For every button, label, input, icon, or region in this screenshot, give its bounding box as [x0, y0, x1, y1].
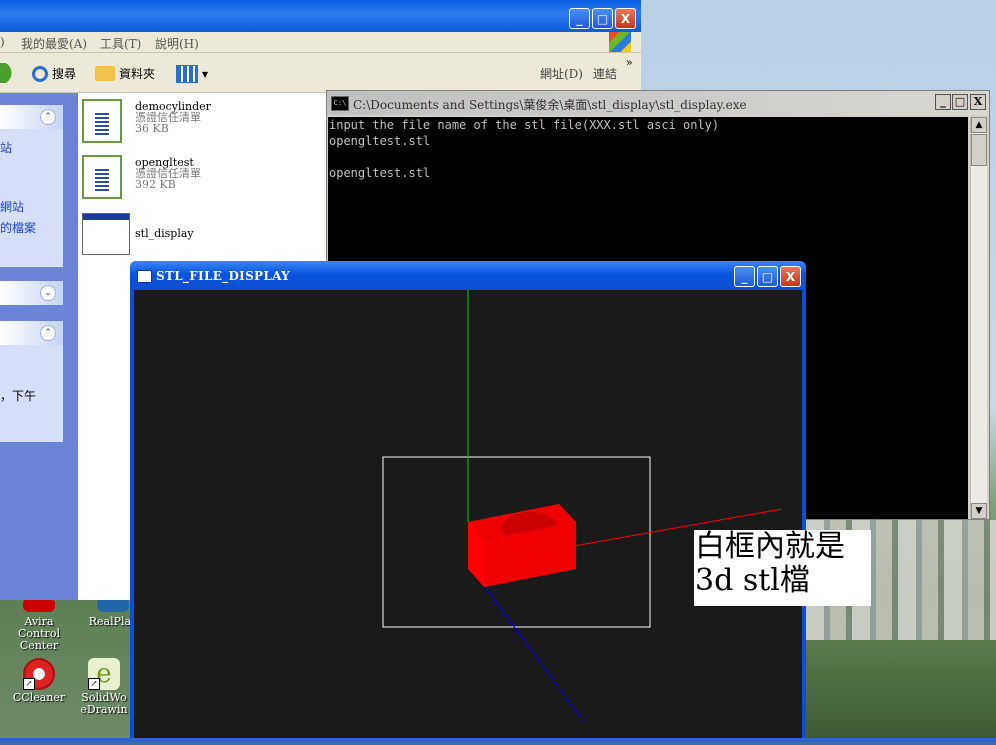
details-text: ，下午	[0, 389, 37, 403]
console-line: input the file name of the stl file(XXX.…	[329, 118, 720, 132]
edrawings-icon: e ↗	[88, 658, 120, 690]
menu-help[interactable]: 說明(H)	[155, 35, 199, 52]
file-size: 392 KB	[135, 178, 176, 191]
wallpaper-hillside	[806, 640, 996, 742]
avira-icon	[23, 598, 55, 612]
stl-scene	[382, 290, 783, 723]
links-label[interactable]: 連結	[593, 65, 617, 82]
windows-logo-icon	[609, 32, 631, 52]
file-name: stl_display	[135, 227, 194, 240]
search-button[interactable]: 搜尋	[32, 65, 76, 82]
stl-window-title: STL_FILE_DISPLAY	[156, 269, 290, 283]
console-icon: C:\	[331, 96, 349, 111]
avira-desktop-icon[interactable]: Avira Control Center	[2, 598, 76, 652]
menu-tools[interactable]: 工具(T)	[100, 35, 141, 52]
annotation-line-1: 白框內就是	[695, 529, 845, 564]
console-title: C:\Documents and Settings\葉俊余\桌面\stl_dis…	[353, 98, 747, 112]
certificate-list-icon	[82, 155, 122, 199]
task-link-2[interactable]: 網站	[0, 198, 24, 215]
chevron-down-icon: ▼	[202, 69, 209, 79]
file-size: 36 KB	[135, 122, 169, 135]
task-pane-box-collapsed: ⌄	[0, 281, 63, 305]
search-icon	[32, 65, 48, 82]
stl-maximize-button[interactable]: □	[757, 266, 778, 287]
expand-chevron-icon[interactable]: ⌄	[40, 285, 56, 301]
task-pane-header[interactable]: ⌄	[0, 281, 63, 305]
shortcut-arrow-icon: ↗	[88, 678, 100, 690]
folders-button[interactable]: 資料夾	[95, 65, 155, 82]
taskbar-edge	[0, 738, 996, 742]
task-pane-header[interactable]: ⌃	[0, 321, 63, 345]
toolbar-more-chevron[interactable]: »	[626, 56, 633, 69]
annotation-box: 白框內就是 3d stl檔	[694, 530, 871, 606]
collapse-chevron-icon[interactable]: ⌃	[40, 109, 56, 125]
ccleaner-label: CCleaner	[12, 691, 66, 704]
folders-label: 資料夾	[119, 67, 156, 81]
ccleaner-icon: ↗	[23, 658, 55, 690]
task-link-1[interactable]: 站	[0, 139, 12, 156]
explorer-minimize-button[interactable]: _	[569, 8, 590, 29]
console-maximize-button[interactable]: □	[952, 94, 968, 110]
task-pane-header[interactable]: ⌃	[0, 105, 63, 129]
application-icon	[82, 213, 130, 255]
address-label: 網址(D)	[540, 67, 583, 81]
console-minimize-button[interactable]: _	[935, 94, 951, 110]
folder-icon	[95, 66, 115, 81]
console-vertical-scrollbar[interactable]: ▲ ▼	[970, 117, 987, 519]
console-close-button[interactable]: X	[970, 94, 986, 110]
task-pane: ⌃ 站 網站 的檔案 ⌄ ⌃ ，下午	[0, 93, 78, 600]
search-label: 搜尋	[52, 67, 77, 81]
views-icon	[176, 65, 198, 83]
collapse-chevron-icon[interactable]: ⌃	[40, 325, 56, 341]
scroll-up-arrow-icon[interactable]: ▲	[971, 117, 987, 133]
avira-label: Avira Control Center	[18, 615, 60, 652]
realplayer-icon	[97, 598, 129, 612]
annotation-line-2: 3d stl檔	[695, 563, 810, 598]
explorer-close-button[interactable]: X	[615, 8, 636, 29]
z-axis-line	[481, 582, 585, 723]
task-pane-box-tasks: ⌃ 站 網站 的檔案	[0, 105, 63, 267]
stl-titlebar[interactable]: STL_FILE_DISPLAY _ □ X	[130, 261, 806, 290]
certificate-list-icon	[82, 99, 122, 143]
edrawings-label: SolidWo eDrawin	[80, 691, 128, 716]
shortcut-arrow-icon: ↗	[23, 678, 35, 690]
up-folder-icon[interactable]	[0, 63, 16, 83]
menu-favorites[interactable]: 我的最愛(A)	[21, 35, 87, 52]
task-pane-box-details: ⌃ ，下午	[0, 321, 63, 442]
stl-display-window: STL_FILE_DISPLAY _ □ X	[130, 261, 806, 742]
edrawings-desktop-icon[interactable]: e ↗ SolidWo eDrawin	[76, 658, 132, 716]
scroll-thumb[interactable]	[971, 134, 987, 166]
explorer-toolbar: 搜尋 資料夾 ▼ 網址(D) 連結 »	[0, 54, 641, 93]
scroll-down-arrow-icon[interactable]: ▼	[971, 503, 987, 519]
stl-close-button[interactable]: X	[780, 266, 801, 287]
window-icon	[137, 270, 152, 283]
console-titlebar[interactable]: C:\ C:\Documents and Settings\葉俊余\桌面\stl…	[327, 91, 989, 115]
stl-minimize-button[interactable]: _	[734, 266, 755, 287]
stl-model	[468, 504, 576, 587]
console-line: opengltest.stl	[329, 134, 431, 148]
ccleaner-desktop-icon[interactable]: ↗ CCleaner	[2, 658, 76, 704]
task-link-3[interactable]: 的檔案	[0, 219, 36, 236]
explorer-maximize-button[interactable]: □	[592, 8, 613, 29]
explorer-menubar: ) 我的最愛(A) 工具(T) 說明(H)	[0, 32, 641, 53]
menu-partial[interactable]: )	[0, 35, 5, 49]
views-button[interactable]: ▼	[176, 65, 208, 83]
console-line: opengltest.stl	[329, 166, 431, 180]
opengl-viewport[interactable]	[134, 290, 802, 742]
explorer-titlebar[interactable]: _ □ X	[0, 0, 641, 32]
